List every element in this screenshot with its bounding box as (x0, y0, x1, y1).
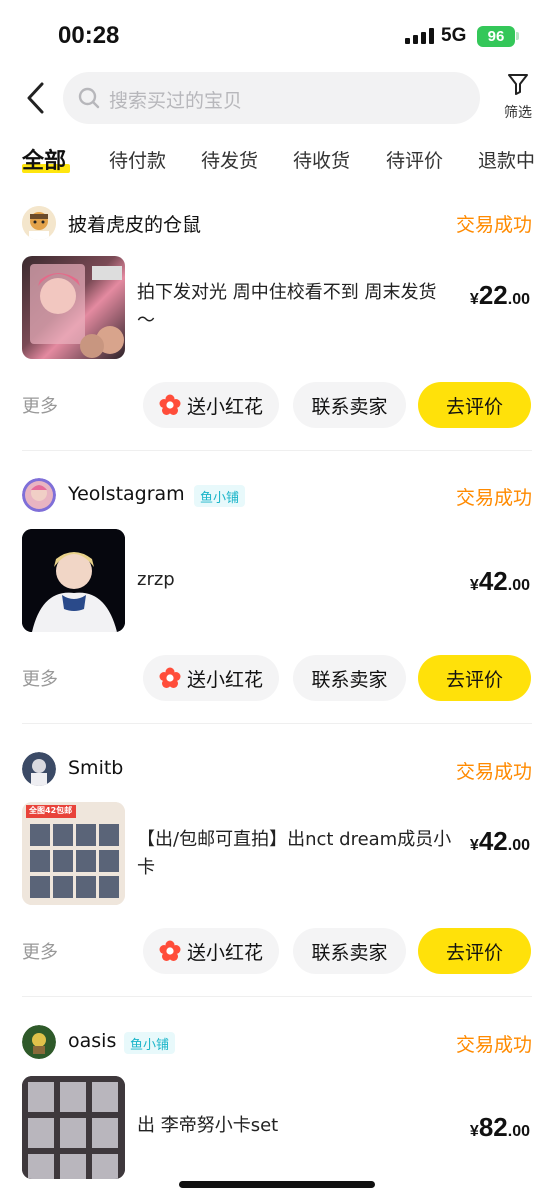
seller-name[interactable]: oasis (68, 1030, 116, 1052)
thumbnail-label: 全图42包邮 (29, 806, 73, 815)
send-flower-label: 送小红花 (186, 395, 263, 418)
funnel-icon (508, 74, 528, 95)
send-flower-button[interactable]: 送小红花 (143, 655, 279, 701)
send-flower-label: 送小红花 (186, 668, 263, 691)
more-button[interactable]: 更多 (22, 392, 58, 418)
product-thumbnail[interactable] (22, 1076, 125, 1179)
back-icon[interactable] (22, 80, 52, 116)
contact-seller-button[interactable]: 联系卖家 (293, 655, 406, 701)
product-title[interactable]: 出 李帝努小卡set (137, 1112, 452, 1140)
more-button[interactable]: 更多 (22, 938, 58, 964)
seller-name[interactable]: 披着虎皮的仓鼠 (68, 210, 201, 237)
order-status: 交易成功 (455, 214, 532, 236)
tab-all[interactable]: 全部 (22, 143, 66, 175)
contact-seller-button[interactable]: 联系卖家 (293, 928, 406, 974)
product-thumbnail[interactable] (22, 529, 125, 632)
avatar[interactable] (22, 752, 56, 786)
status-bar: 00:28 5G 96 (0, 0, 554, 72)
status-time: 00:28 (58, 22, 120, 49)
review-button[interactable]: 去评价 (418, 382, 531, 428)
price-integer: 42 (478, 826, 508, 856)
flower-icon (159, 940, 181, 961)
signal-icon (405, 28, 435, 44)
avatar[interactable] (22, 1025, 56, 1059)
search-placeholder: 搜索买过的宝贝 (109, 90, 243, 112)
product-price: ¥42.00 (470, 826, 530, 857)
tab-refund[interactable]: 退款中 (478, 146, 535, 173)
product-thumbnail[interactable]: 全图42包邮 (22, 802, 125, 905)
seller-name[interactable]: Yeolstagram (68, 483, 185, 505)
price-integer: 22 (478, 280, 508, 310)
tab-pending-review[interactable]: 待评价 (386, 146, 443, 173)
order-status: 交易成功 (455, 761, 532, 783)
product-price: ¥42.00 (470, 566, 530, 597)
send-flower-label: 送小红花 (186, 941, 263, 964)
price-currency: ¥ (469, 837, 479, 854)
divider (22, 723, 532, 724)
send-flower-button[interactable]: 送小红花 (143, 382, 279, 428)
more-button[interactable]: 更多 (22, 665, 58, 691)
price-currency: ¥ (469, 291, 479, 308)
product-thumbnail[interactable] (22, 256, 125, 359)
seller-name[interactable]: Smitb (68, 757, 123, 779)
network-type: 5G (441, 25, 467, 46)
price-integer: 82 (478, 1112, 508, 1142)
price-decimal: .00 (507, 1123, 530, 1140)
price-integer: 42 (478, 566, 508, 596)
tab-pending-receipt[interactable]: 待收货 (293, 146, 350, 173)
filter-label: 筛选 (504, 105, 532, 121)
price-currency: ¥ (469, 1123, 479, 1140)
search-input[interactable]: 搜索买过的宝贝 (63, 72, 480, 124)
product-price: ¥82.00 (470, 1112, 530, 1143)
product-price: ¥22.00 (470, 280, 530, 311)
divider (22, 996, 532, 997)
battery-level: 96 (487, 28, 505, 45)
flower-icon (159, 667, 181, 688)
tab-pending-payment[interactable]: 待付款 (109, 146, 166, 173)
avatar[interactable] (22, 478, 56, 512)
contact-seller-button[interactable]: 联系卖家 (293, 382, 406, 428)
product-title[interactable]: 【出/包邮可直拍】出nct dream成员小卡 (137, 826, 452, 882)
order-tabs: 全部 待付款 待发货 待收货 待评价 退款中 (0, 140, 554, 180)
search-icon (78, 87, 100, 109)
battery-tip (516, 32, 519, 40)
shop-badge: 鱼小铺 (124, 1032, 176, 1054)
avatar[interactable] (22, 206, 56, 240)
send-flower-button[interactable]: 送小红花 (143, 928, 279, 974)
price-currency: ¥ (469, 577, 479, 594)
shop-badge: 鱼小铺 (194, 485, 246, 507)
price-decimal: .00 (507, 837, 530, 854)
flower-icon (159, 394, 181, 415)
divider (22, 450, 532, 451)
price-decimal: .00 (507, 577, 530, 594)
review-button[interactable]: 去评价 (418, 655, 531, 701)
product-title[interactable]: zrzp (137, 566, 452, 594)
price-decimal: .00 (507, 291, 530, 308)
order-status: 交易成功 (455, 487, 532, 509)
tab-pending-shipment[interactable]: 待发货 (201, 146, 258, 173)
battery-icon: 96 (477, 26, 515, 47)
home-indicator[interactable] (179, 1181, 375, 1188)
product-title[interactable]: 拍下发对光 周中住校看不到 周末发货～ (137, 279, 452, 335)
review-button[interactable]: 去评价 (418, 928, 531, 974)
filter-button[interactable]: 筛选 (498, 72, 538, 128)
order-status: 交易成功 (455, 1034, 532, 1056)
